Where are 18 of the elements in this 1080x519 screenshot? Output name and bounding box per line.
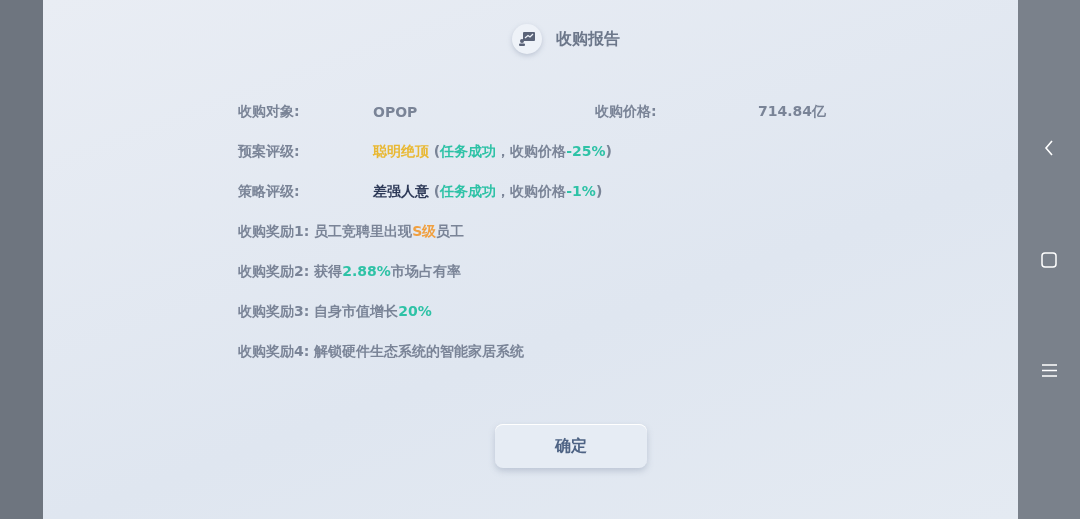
confirm-button[interactable]: 确定 (494, 424, 647, 468)
field-label: 收购价格: (595, 103, 658, 121)
field-label: 收购对象: (238, 103, 301, 121)
reward-text: 收购奖励3: 自身市值增长20% (238, 303, 432, 321)
field-value: OPOP (373, 104, 419, 120)
rating-value: 差强人意 (任务成功，收购价格-1%) (373, 183, 603, 201)
back-icon[interactable] (1044, 140, 1054, 156)
reward-text: 收购奖励4: 解锁硬件生态系统的智能家居系统 (238, 343, 525, 361)
home-icon[interactable] (1041, 252, 1057, 268)
field-label: 预案评级: (238, 143, 301, 161)
report-title: 收购报告 (555, 28, 620, 50)
menu-icon[interactable] (1041, 364, 1057, 377)
report-icon (511, 24, 542, 54)
field-label: 策略评级: (238, 183, 301, 201)
field-value: 714.84亿 (758, 103, 827, 121)
reward-text: 收购奖励2: 获得2.88%市场占有率 (238, 263, 461, 281)
reward-text: 收购奖励1: 员工竞聘里出现S级员工 (238, 223, 465, 241)
rating-value: 聪明绝顶 (任务成功，收购价格-25%) (373, 143, 612, 161)
